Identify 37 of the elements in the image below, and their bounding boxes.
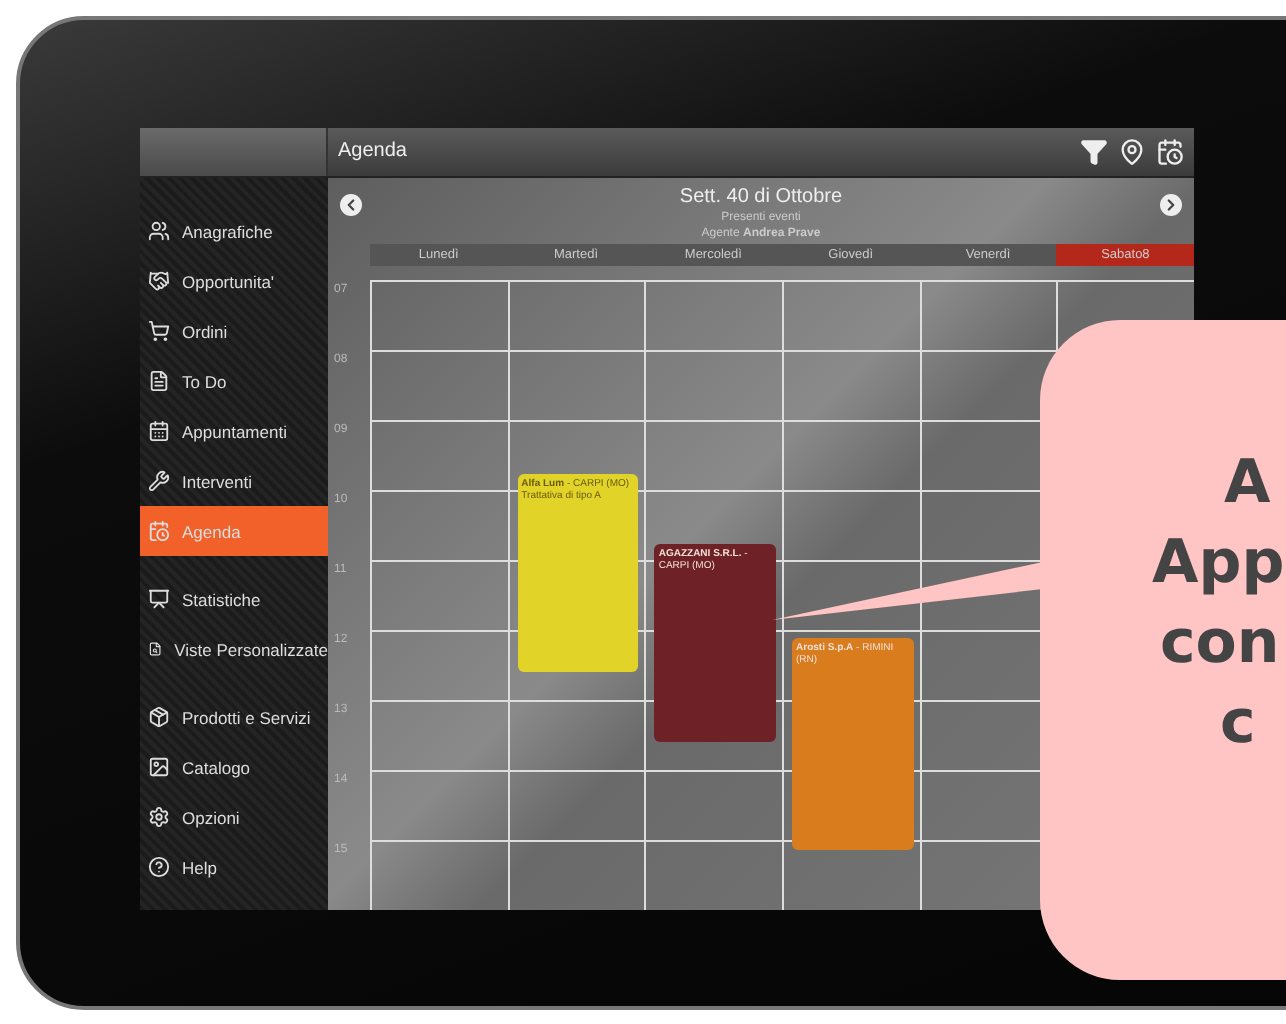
sidebar-item[interactable]: To Do: [140, 356, 328, 406]
sidebar-item[interactable]: Statistiche: [140, 574, 328, 624]
sidebar-item[interactable]: Ordini: [140, 306, 328, 356]
presentation-icon: [148, 588, 170, 610]
sidebar-item[interactable]: Anagrafiche: [140, 206, 328, 256]
sidebar-item[interactable]: Appuntamenti: [140, 406, 328, 456]
callout-text: A: [1224, 446, 1271, 522]
tools-icon: [148, 470, 170, 492]
callout-text: App: [1152, 526, 1285, 602]
map-pin-icon[interactable]: [1118, 138, 1146, 166]
sidebar-item[interactable]: Opzioni: [140, 792, 328, 842]
sidebar-item[interactable]: Catalogo: [140, 742, 328, 792]
package-icon: [148, 706, 170, 728]
handshake-icon: [148, 270, 170, 292]
callout-text: c: [1220, 686, 1256, 762]
help-icon: [148, 856, 170, 878]
sidebar-item[interactable]: Prodotti e Servizi: [140, 692, 328, 742]
image-icon: [148, 756, 170, 778]
calendar-clock-icon[interactable]: [1156, 138, 1184, 166]
sidebar-item[interactable]: Opportunita': [140, 256, 328, 306]
callout-text: con: [1160, 606, 1280, 682]
sidebar-item[interactable]: Help: [140, 842, 328, 892]
cart-icon: [148, 320, 170, 342]
previous-week-button[interactable]: [340, 194, 362, 216]
calendar-icon: [148, 420, 170, 442]
settings-icon: [148, 806, 170, 828]
header-title: Agenda: [336, 138, 409, 166]
sidebar-item[interactable]: Interventi: [140, 456, 328, 506]
people-icon: [148, 220, 170, 242]
week-title: Sett. 40 di Ottobre: [679, 186, 843, 208]
chevron-left-icon: [342, 196, 360, 214]
filter-icon[interactable]: [1080, 138, 1108, 166]
calendar-clock-icon: [148, 520, 170, 542]
document-icon: [148, 370, 170, 392]
document-search-icon: [148, 638, 163, 660]
next-week-button[interactable]: [1159, 194, 1182, 216]
sidebar-item[interactable]: Viste Personalizzate: [140, 624, 328, 674]
